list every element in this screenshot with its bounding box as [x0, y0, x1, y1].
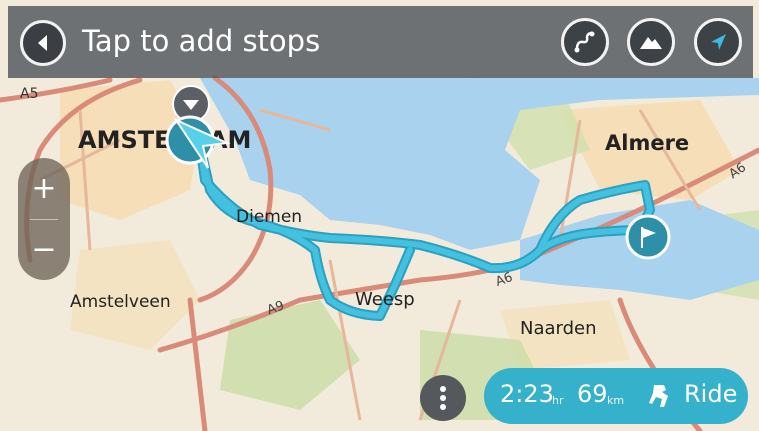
- ride-label: Ride: [684, 380, 738, 408]
- zoom-in-button[interactable]: +: [18, 158, 70, 219]
- zoom-out-button[interactable]: −: [18, 219, 70, 280]
- route-icon: [574, 31, 595, 53]
- navigate-button[interactable]: [694, 18, 742, 66]
- town-label-weesp: Weesp: [355, 289, 415, 310]
- destination-marker[interactable]: [625, 214, 671, 260]
- city-label-almere: Almere: [605, 131, 689, 155]
- city-label-amsterdam: AMSTERDAM: [78, 126, 251, 154]
- zoom-controls: + −: [18, 158, 70, 280]
- distance-unit: km: [607, 394, 625, 407]
- town-label-amstelveen: Amstelveen: [70, 292, 171, 312]
- more-options-button[interactable]: [420, 375, 466, 421]
- distance-value: 69: [577, 380, 608, 408]
- more-vertical-icon: [440, 386, 446, 410]
- app-screen: A5 AMSTERDAM Almere A6 Diemen Amstelveen…: [0, 0, 759, 431]
- route-summary-ride-button[interactable]: 2:23 hr 69 km Ride: [484, 368, 748, 424]
- back-arrow-icon: [38, 35, 47, 51]
- hilly-route-button[interactable]: [627, 18, 675, 66]
- page-title: Tap to add stops: [82, 24, 321, 58]
- route-type-button[interactable]: [561, 18, 609, 66]
- top-bar: Tap to add stops: [8, 6, 753, 78]
- mountain-icon: [640, 37, 662, 49]
- travel-time-value: 2:23: [500, 380, 554, 408]
- back-button[interactable]: [20, 20, 66, 66]
- travel-time-unit: hr: [552, 394, 564, 407]
- motorcycle-icon: [649, 385, 668, 407]
- navigation-arrow-icon: [711, 34, 726, 50]
- road-label-a5: A5: [20, 86, 38, 102]
- town-label-diemen: Diemen: [236, 207, 302, 227]
- town-label-naarden: Naarden: [520, 318, 597, 339]
